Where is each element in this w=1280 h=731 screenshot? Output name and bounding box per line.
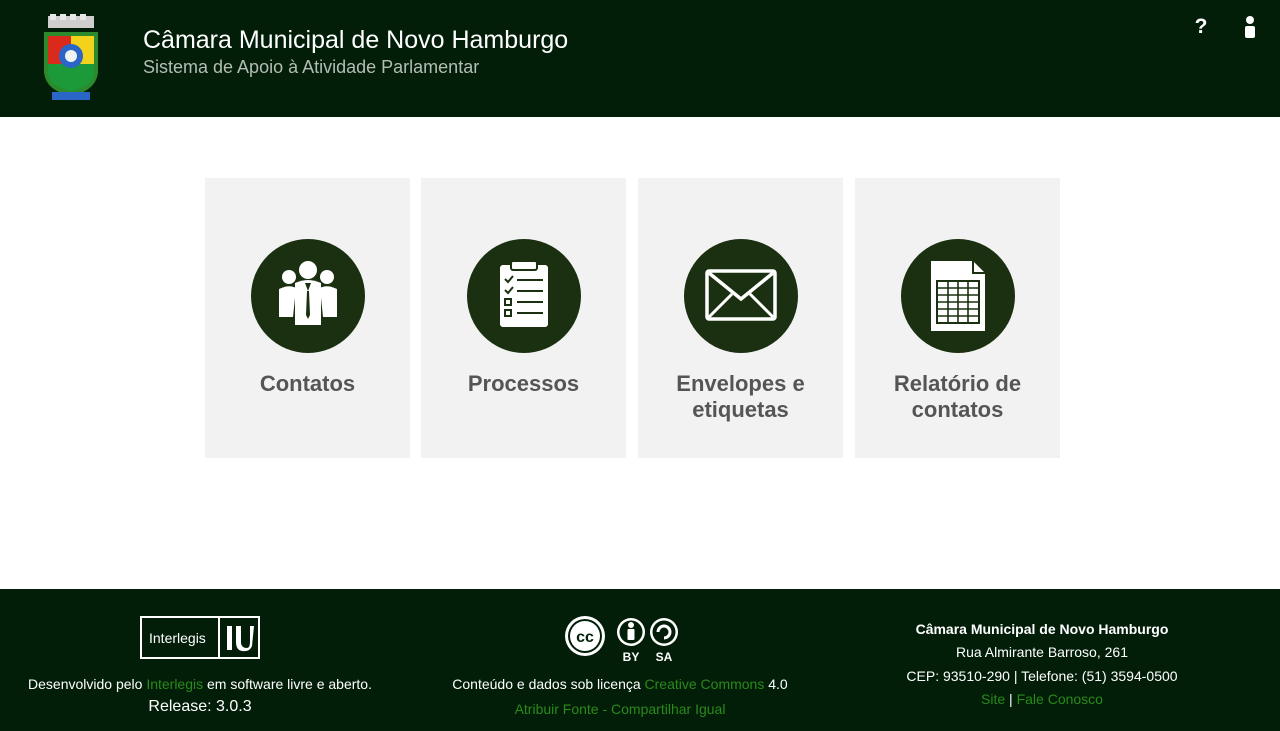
org-links: Site | Fale Conosco	[842, 691, 1242, 707]
spreadsheet-icon	[901, 239, 1015, 353]
user-icon[interactable]	[1240, 15, 1260, 39]
card-relatorio[interactable]: Relatório de contatos	[855, 178, 1060, 458]
card-processos[interactable]: Processos	[421, 178, 626, 458]
card-label: Contatos	[259, 371, 356, 396]
card-contatos[interactable]: Contatos	[205, 178, 410, 458]
license-version: 4.0	[768, 676, 788, 692]
release-version: Release: 3.0.3	[148, 698, 252, 715]
card-label: Envelopes e etiquetas	[676, 371, 805, 422]
creative-commons-icon[interactable]: cc BY SA	[563, 614, 683, 664]
license-terms-link[interactable]: Atribuir Fonte - Compartilhar Igual	[515, 701, 726, 717]
cc-sa-badge: SA	[656, 650, 673, 664]
org-contact: CEP: 93510-290 | Telefone: (51) 3594-050…	[906, 668, 1178, 684]
license-terms: Atribuir Fonte - Compartilhar Igual	[420, 701, 820, 717]
contact-link[interactable]: Fale Conosco	[1017, 691, 1103, 707]
developed-by: Desenvolvido pelo Interlegis em software…	[0, 676, 400, 692]
page-title: Câmara Municipal de Novo Hamburgo	[143, 26, 569, 54]
interlegis-logo-text: Interlegis	[149, 630, 206, 646]
footer: Interlegis Desenvolvido pelo Interlegis …	[0, 589, 1280, 731]
license-prefix: Conteúdo e dados sob licença	[452, 676, 641, 692]
cc-by-badge: BY	[623, 650, 640, 664]
card-grid: Contatos Processos Envelopes e etiquetas…	[205, 178, 1060, 458]
svg-text:cc: cc	[576, 629, 594, 646]
envelope-icon	[684, 239, 798, 353]
interlegis-link[interactable]: Interlegis	[146, 676, 203, 692]
site-link[interactable]: Site	[981, 691, 1005, 707]
dev-suffix: em software livre e aberto.	[207, 676, 372, 692]
creative-commons-link[interactable]: Creative Commons	[645, 676, 765, 692]
card-label: Relatório de contatos	[893, 371, 1022, 422]
org-name: Câmara Municipal de Novo Hamburgo	[915, 621, 1169, 637]
interlegis-mark-icon	[227, 626, 254, 652]
help-icon[interactable]: ?	[1191, 14, 1211, 40]
people-icon	[251, 239, 365, 353]
interlegis-logo[interactable]: Interlegis	[140, 616, 260, 659]
card-envelopes[interactable]: Envelopes e etiquetas	[638, 178, 843, 458]
crest-logo[interactable]	[40, 14, 102, 102]
page-subtitle: Sistema de Apoio à Atividade Parlamentar	[143, 57, 480, 77]
dev-prefix: Desenvolvido pelo	[28, 676, 143, 692]
org-address: Rua Almirante Barroso, 261	[956, 644, 1128, 660]
logo-divider	[218, 618, 220, 657]
link-separator: |	[1009, 691, 1013, 707]
license-line: Conteúdo e dados sob licença Creative Co…	[420, 676, 820, 692]
clipboard-icon	[467, 239, 581, 353]
card-label: Processos	[467, 371, 580, 396]
header: Câmara Municipal de Novo Hamburgo Sistem…	[0, 0, 1280, 117]
